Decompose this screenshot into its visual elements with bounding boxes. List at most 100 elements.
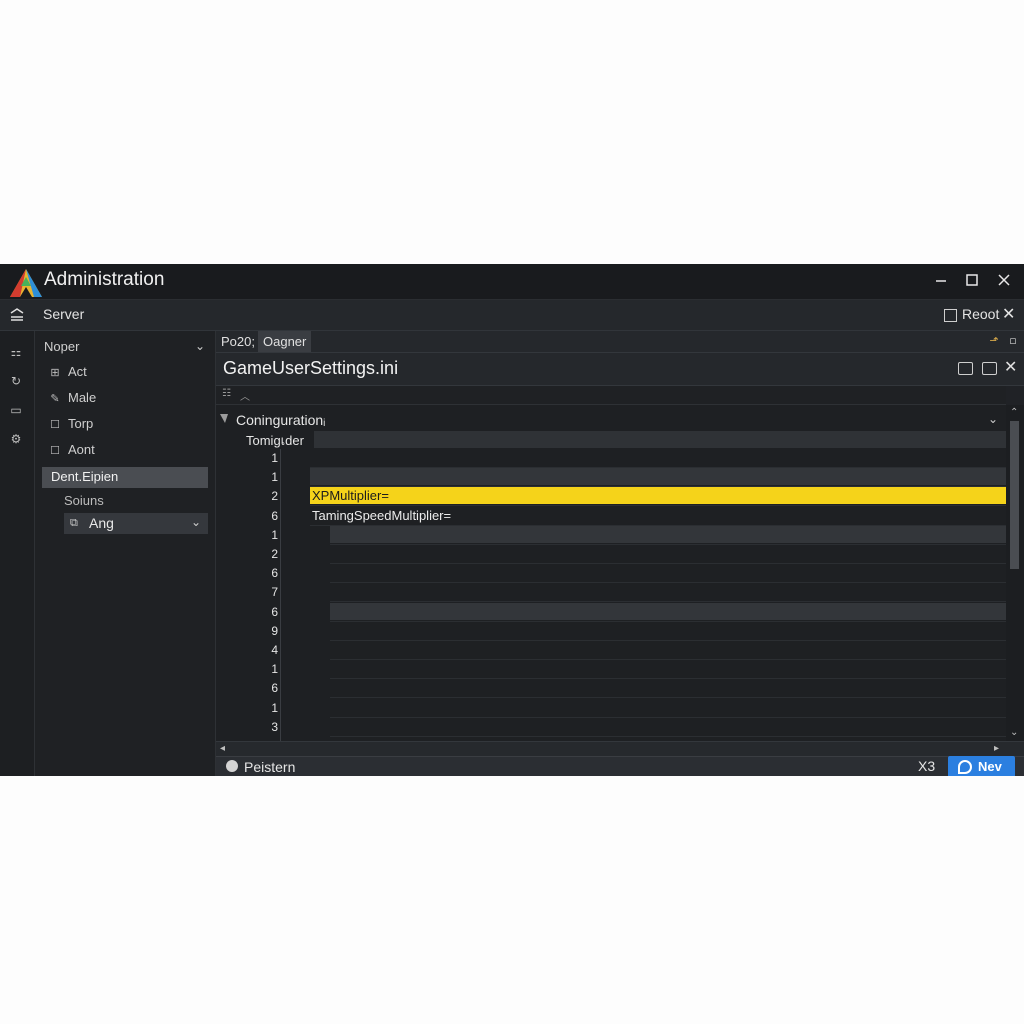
close-window-button[interactable] [993,270,1015,292]
sidebar-select[interactable]: ⧉ Ang ⌄ [64,513,208,534]
line-number: 1 [271,451,278,465]
new-button[interactable]: Nev [948,756,1015,776]
sidebar-item-aont[interactable]: ☐ Aont [48,442,95,462]
scroll-left-icon[interactable]: ◂ [220,743,225,754]
save-icon[interactable] [958,362,973,375]
subsection-bar [314,431,1006,448]
code-row[interactable]: 2 XPMultiplier= [216,487,1006,507]
code-row[interactable]: 9 [216,622,1006,641]
sidebar-item-label: Male [68,390,97,405]
sidebar-item-label: Aont [68,442,95,457]
code-row[interactable]: 6 [216,679,1006,699]
row-background [330,545,1006,562]
status-bar: Peistern X3 Nev [216,756,1024,776]
row-background [330,622,1006,639]
line-number: 6 [271,508,278,523]
code-row[interactable]: 4 [216,641,1006,660]
code-row[interactable]: 6 TamingSpeedMultiplier= [216,507,1006,526]
tab-oagner[interactable]: Oagner [258,331,312,352]
close-file-icon[interactable]: ✕ [1004,357,1017,376]
grid-icon: ⊞ [50,367,60,379]
row-background [330,660,1006,677]
scroll-up-icon[interactable]: ⌃ [1010,407,1018,418]
row-background [330,679,1006,696]
chat-icon [958,760,972,774]
row-background [330,602,1006,620]
scroll-thumb[interactable] [1010,421,1019,569]
code-row[interactable]: 1 [216,449,1006,468]
pencil-icon: ✎ [50,393,60,405]
line-number: 2 [271,489,278,504]
code-row[interactable]: 6 [216,564,1006,584]
menu-icon[interactable] [8,306,26,324]
row-background [330,641,1006,658]
line-number: 9 [271,623,278,638]
code-row[interactable]: 3 [216,718,1006,737]
editor-panel: Po20; Oagner ⬏ ▫ GameUserSettings.ini ✕ … [216,331,1024,776]
window-title: Administration [44,269,165,290]
line-number: 6 [271,681,278,696]
sidebar-item-label: Torp [68,416,94,431]
line-number: 6 [271,566,278,581]
refresh-icon[interactable]: ↻ [9,374,23,388]
menu-server[interactable]: Server [43,306,84,322]
code-row[interactable]: 1 [216,699,1006,718]
row-background [330,525,1006,543]
fold-icon[interactable] [220,414,228,423]
maximize-button[interactable] [961,270,983,292]
list-icon[interactable]: ☷ [222,388,231,399]
code-row[interactable]: 1 [216,468,1006,488]
chevron-down-icon[interactable]: ⌄ [195,339,205,353]
file-header: GameUserSettings.ini ✕ [216,353,1024,386]
code-row[interactable]: 6 [216,602,1006,622]
sidebar-item-male[interactable]: ✎ Male [48,390,96,410]
folder-icon[interactable]: ▭ [9,403,23,417]
sidebar-item-label: Act [68,364,87,379]
settings-icon[interactable]: ⚙ [9,432,23,446]
line-number: 7 [271,585,278,600]
row-background [330,564,1006,581]
menu-close-icon[interactable]: ✕ [1002,304,1015,323]
subsection-title: Tomigเder [246,433,304,448]
maximize-icon [966,274,978,286]
sidebar-item-selected[interactable]: Dent.Eipien [42,467,208,488]
sidebar-header[interactable]: Noper [44,339,79,354]
icon-rail: ⚏ ↻ ▭ ⚙ [0,331,35,776]
square-icon: ☐ [50,445,60,457]
code-row[interactable]: 2 [216,545,1006,564]
chevron-down-icon[interactable]: ⌄ [988,412,998,426]
code-row[interactable]: 7 [216,583,1006,603]
row-text: TamingSpeedMultiplier= [312,507,452,523]
copy-icon[interactable] [982,362,997,375]
sidebar-item-torp[interactable]: ☐ Torp [48,416,93,436]
row-background [330,699,1006,716]
tab-po20[interactable]: Po20; [216,331,260,352]
sliders-icon[interactable]: ⚏ [9,345,23,359]
sidebar-item-act[interactable]: ⊞ Act [48,364,87,384]
code-row[interactable]: 1 [216,660,1006,680]
split-icon[interactable]: ▫ [1006,334,1020,348]
sidebar: Noper ⌄ ⊞ Act ✎ Male ☐ Torp ☐ Aont Dent.Eipi… [35,331,216,776]
reset-checkbox[interactable] [944,309,957,322]
sidebar-sub-label: Soiuns [64,493,104,508]
horizontal-scrollbar[interactable]: ◂ ▸ [216,741,1024,756]
section-title: Coningurationᵢ [236,412,326,428]
config-section[interactable]: Coningurationᵢ ⌄ [216,410,1006,430]
pin-icon[interactable]: ⬏ [987,334,1001,348]
vertical-scrollbar[interactable]: ⌃ ⌄ [1006,405,1024,741]
chevron-up-icon[interactable]: ︿ [240,388,250,403]
sidebar-selected-label: Dent.Eipien [51,469,119,484]
minimize-button[interactable] [930,270,952,292]
row-background [310,449,1006,466]
scroll-down-icon[interactable]: ⌄ [1010,727,1018,738]
select-value: Ang [89,515,114,531]
row-text: XPMultiplier= [312,488,389,504]
code-row[interactable]: 1 [216,525,1006,545]
row-background [330,583,1006,600]
reset-label[interactable]: Reoot [962,306,999,322]
line-number: 2 [271,547,278,561]
line-number: 3 [271,719,278,734]
code-editor[interactable]: Coningurationᵢ ⌄ Tomigเder 1 1 2 XPMultipli… [216,405,1006,741]
close-count-button[interactable]: X3 [918,758,935,774]
scroll-right-icon[interactable]: ▸ [994,743,999,754]
